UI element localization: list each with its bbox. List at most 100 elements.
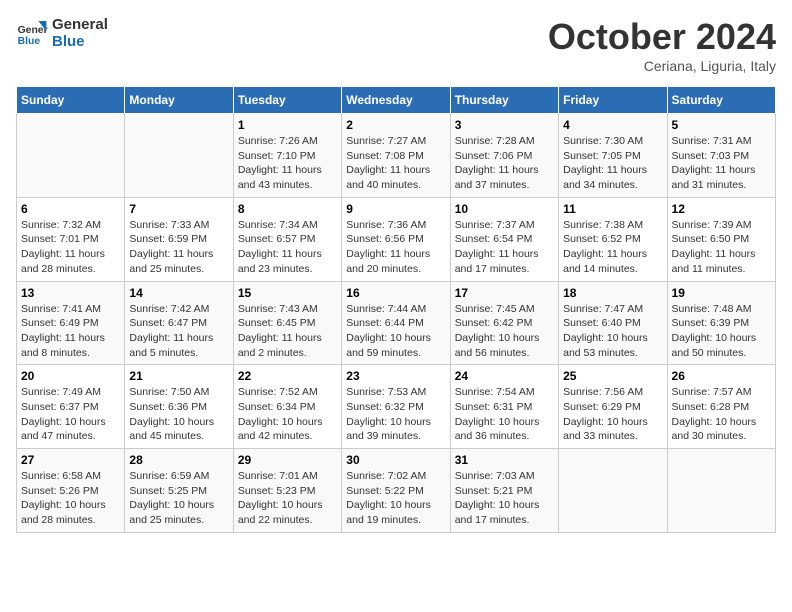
day-info: Sunrise: 7:27 AMSunset: 7:08 PMDaylight:…: [346, 134, 445, 193]
day-number: 1: [238, 118, 337, 132]
calendar-cell: 16 Sunrise: 7:44 AMSunset: 6:44 PMDayligh…: [342, 281, 450, 365]
day-number: 5: [672, 118, 771, 132]
day-number: 31: [455, 453, 554, 467]
week-row-4: 20 Sunrise: 7:49 AMSunset: 6:37 PMDayligh…: [17, 365, 776, 449]
calendar-cell: 17 Sunrise: 7:45 AMSunset: 6:42 PMDayligh…: [450, 281, 558, 365]
day-info: Sunrise: 7:03 AMSunset: 5:21 PMDaylight:…: [455, 469, 554, 528]
column-header-wednesday: Wednesday: [342, 87, 450, 114]
day-number: 7: [129, 202, 228, 216]
day-number: 12: [672, 202, 771, 216]
week-row-3: 13 Sunrise: 7:41 AMSunset: 6:49 PMDayligh…: [17, 281, 776, 365]
day-info: Sunrise: 6:58 AMSunset: 5:26 PMDaylight:…: [21, 469, 120, 528]
column-header-sunday: Sunday: [17, 87, 125, 114]
day-number: 13: [21, 286, 120, 300]
day-info: Sunrise: 7:38 AMSunset: 6:52 PMDaylight:…: [563, 218, 662, 277]
calendar-cell: 19 Sunrise: 7:48 AMSunset: 6:39 PMDayligh…: [667, 281, 775, 365]
day-info: Sunrise: 7:36 AMSunset: 6:56 PMDaylight:…: [346, 218, 445, 277]
column-header-thursday: Thursday: [450, 87, 558, 114]
calendar-cell: 23 Sunrise: 7:53 AMSunset: 6:32 PMDayligh…: [342, 365, 450, 449]
column-header-saturday: Saturday: [667, 87, 775, 114]
header-row: SundayMondayTuesdayWednesdayThursdayFrid…: [17, 87, 776, 114]
day-number: 22: [238, 369, 337, 383]
calendar-cell: 18Sunrise: 7:47 AMSunset: 6:40 PMDayligh…: [559, 281, 667, 365]
day-number: 27: [21, 453, 120, 467]
title-block: October 2024 Ceriana, Liguria, Italy: [548, 16, 776, 74]
day-number: 17: [455, 286, 554, 300]
day-number: 16: [346, 286, 445, 300]
logo-general: General: [52, 16, 108, 33]
calendar-cell: 11 Sunrise: 7:38 AMSunset: 6:52 PMDayligh…: [559, 197, 667, 281]
column-header-friday: Friday: [559, 87, 667, 114]
day-number: 3: [455, 118, 554, 132]
logo-icon: General Blue: [16, 17, 48, 49]
calendar-cell: 28Sunrise: 6:59 AMSunset: 5:25 PMDayligh…: [125, 449, 233, 533]
calendar-cell: 10Sunrise: 7:37 AMSunset: 6:54 PMDayligh…: [450, 197, 558, 281]
day-info: Sunrise: 7:01 AMSunset: 5:23 PMDaylight:…: [238, 469, 337, 528]
day-info: Sunrise: 7:34 AMSunset: 6:57 PMDaylight:…: [238, 218, 337, 277]
calendar-table: SundayMondayTuesdayWednesdayThursdayFrid…: [16, 86, 776, 533]
day-info: Sunrise: 7:53 AMSunset: 6:32 PMDaylight:…: [346, 385, 445, 444]
day-info: Sunrise: 7:32 AMSunset: 7:01 PMDaylight:…: [21, 218, 120, 277]
column-header-monday: Monday: [125, 87, 233, 114]
calendar-cell: 4Sunrise: 7:30 AMSunset: 7:05 PMDaylight…: [559, 114, 667, 198]
calendar-cell: 5 Sunrise: 7:31 AMSunset: 7:03 PMDaylight…: [667, 114, 775, 198]
calendar-cell: 26Sunrise: 7:57 AMSunset: 6:28 PMDayligh…: [667, 365, 775, 449]
day-info: Sunrise: 7:31 AMSunset: 7:03 PMDaylight:…: [672, 134, 771, 193]
calendar-cell: 22Sunrise: 7:52 AMSunset: 6:34 PMDayligh…: [233, 365, 341, 449]
page-header: General Blue General Blue October 2024 C…: [16, 16, 776, 74]
column-header-tuesday: Tuesday: [233, 87, 341, 114]
month-title: October 2024: [548, 16, 776, 58]
calendar-cell: 8 Sunrise: 7:34 AMSunset: 6:57 PMDaylight…: [233, 197, 341, 281]
day-info: Sunrise: 7:43 AMSunset: 6:45 PMDaylight:…: [238, 302, 337, 361]
logo: General Blue General Blue: [16, 16, 108, 50]
day-number: 15: [238, 286, 337, 300]
day-info: Sunrise: 7:41 AMSunset: 6:49 PMDaylight:…: [21, 302, 120, 361]
calendar-cell: 30Sunrise: 7:02 AMSunset: 5:22 PMDayligh…: [342, 449, 450, 533]
calendar-cell: [559, 449, 667, 533]
calendar-cell: 29Sunrise: 7:01 AMSunset: 5:23 PMDayligh…: [233, 449, 341, 533]
day-number: 23: [346, 369, 445, 383]
day-number: 28: [129, 453, 228, 467]
calendar-cell: [667, 449, 775, 533]
calendar-cell: [125, 114, 233, 198]
week-row-1: 1 Sunrise: 7:26 AMSunset: 7:10 PMDaylight…: [17, 114, 776, 198]
calendar-cell: 2Sunrise: 7:27 AMSunset: 7:08 PMDaylight…: [342, 114, 450, 198]
day-number: 9: [346, 202, 445, 216]
calendar-cell: 3 Sunrise: 7:28 AMSunset: 7:06 PMDaylight…: [450, 114, 558, 198]
day-number: 6: [21, 202, 120, 216]
calendar-cell: 1 Sunrise: 7:26 AMSunset: 7:10 PMDaylight…: [233, 114, 341, 198]
calendar-cell: 14Sunrise: 7:42 AMSunset: 6:47 PMDayligh…: [125, 281, 233, 365]
day-number: 20: [21, 369, 120, 383]
day-info: Sunrise: 7:28 AMSunset: 7:06 PMDaylight:…: [455, 134, 554, 193]
day-info: Sunrise: 7:44 AMSunset: 6:44 PMDaylight:…: [346, 302, 445, 361]
day-info: Sunrise: 7:33 AMSunset: 6:59 PMDaylight:…: [129, 218, 228, 277]
day-number: 11: [563, 202, 662, 216]
day-number: 26: [672, 369, 771, 383]
day-number: 8: [238, 202, 337, 216]
calendar-cell: 13 Sunrise: 7:41 AMSunset: 6:49 PMDayligh…: [17, 281, 125, 365]
day-number: 10: [455, 202, 554, 216]
day-number: 25: [563, 369, 662, 383]
calendar-cell: 9 Sunrise: 7:36 AMSunset: 6:56 PMDaylight…: [342, 197, 450, 281]
day-info: Sunrise: 7:26 AMSunset: 7:10 PMDaylight:…: [238, 134, 337, 193]
calendar-cell: 20 Sunrise: 7:49 AMSunset: 6:37 PMDayligh…: [17, 365, 125, 449]
day-number: 21: [129, 369, 228, 383]
calendar-cell: 12 Sunrise: 7:39 AMSunset: 6:50 PMDayligh…: [667, 197, 775, 281]
day-number: 4: [563, 118, 662, 132]
day-number: 19: [672, 286, 771, 300]
day-info: Sunrise: 7:48 AMSunset: 6:39 PMDaylight:…: [672, 302, 771, 361]
day-info: Sunrise: 7:49 AMSunset: 6:37 PMDaylight:…: [21, 385, 120, 444]
location: Ceriana, Liguria, Italy: [548, 58, 776, 74]
day-info: Sunrise: 7:39 AMSunset: 6:50 PMDaylight:…: [672, 218, 771, 277]
day-info: Sunrise: 7:45 AMSunset: 6:42 PMDaylight:…: [455, 302, 554, 361]
week-row-2: 6 Sunrise: 7:32 AMSunset: 7:01 PMDaylight…: [17, 197, 776, 281]
calendar-cell: 7 Sunrise: 7:33 AMSunset: 6:59 PMDaylight…: [125, 197, 233, 281]
logo-blue: Blue: [52, 33, 108, 50]
calendar-cell: 27 Sunrise: 6:58 AMSunset: 5:26 PMDayligh…: [17, 449, 125, 533]
day-number: 18: [563, 286, 662, 300]
day-number: 24: [455, 369, 554, 383]
week-row-5: 27 Sunrise: 6:58 AMSunset: 5:26 PMDayligh…: [17, 449, 776, 533]
day-info: Sunrise: 7:54 AMSunset: 6:31 PMDaylight:…: [455, 385, 554, 444]
calendar-cell: 6 Sunrise: 7:32 AMSunset: 7:01 PMDaylight…: [17, 197, 125, 281]
day-info: Sunrise: 7:56 AMSunset: 6:29 PMDaylight:…: [563, 385, 662, 444]
